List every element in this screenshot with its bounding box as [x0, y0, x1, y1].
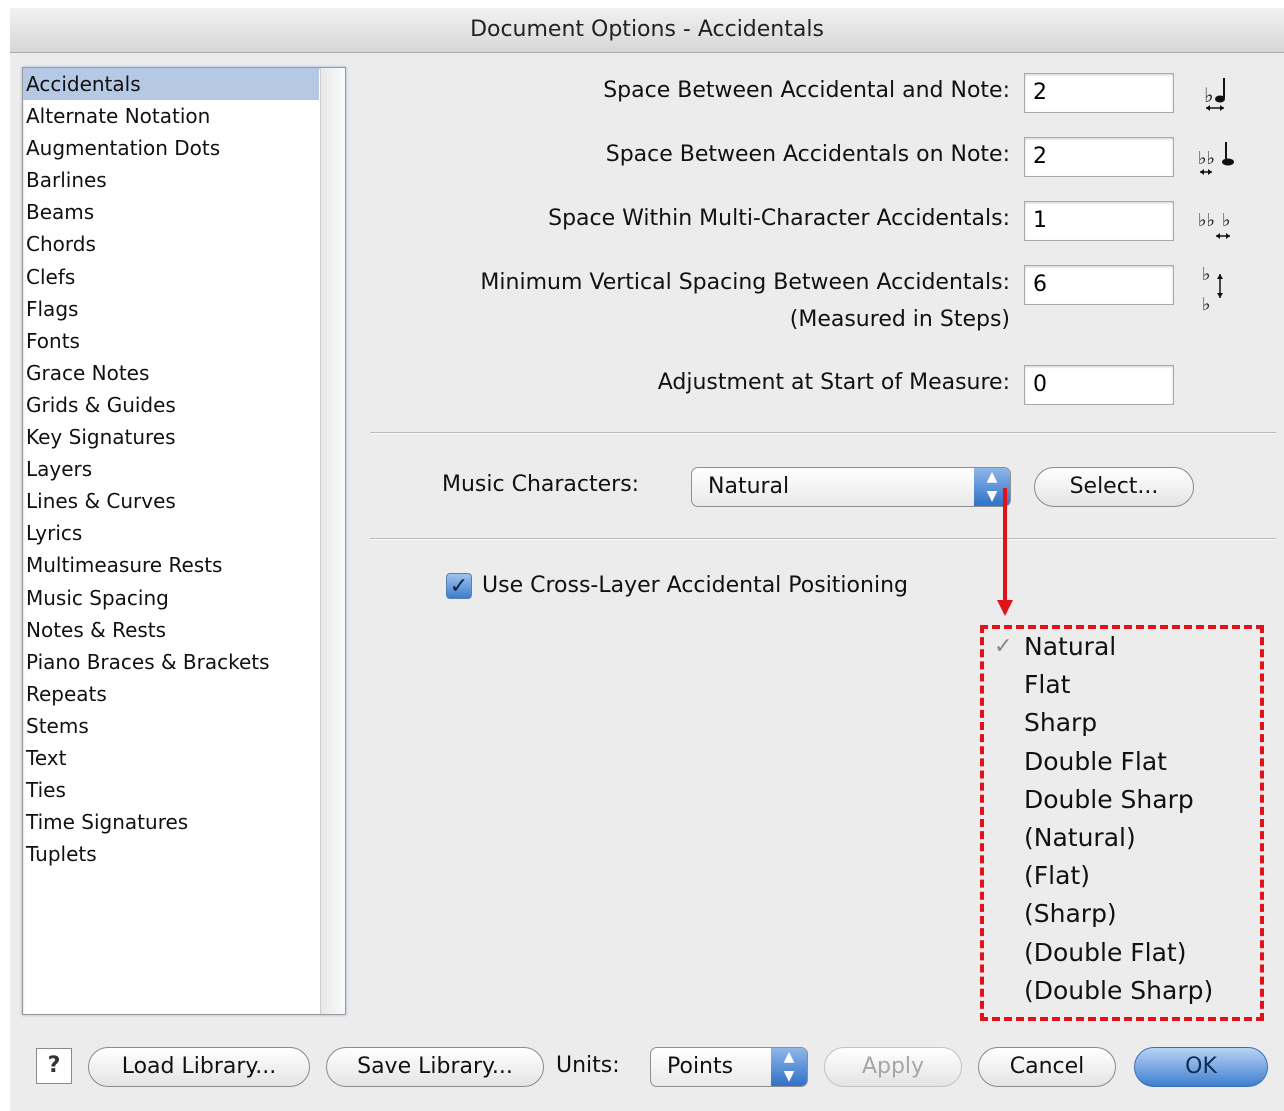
sidebar-item[interactable]: Accidentals: [23, 68, 319, 101]
sidebar-item[interactable]: Time Signatures: [23, 806, 319, 838]
svg-text:♭: ♭: [1202, 264, 1211, 285]
dropdown-option[interactable]: (Flat): [1024, 857, 1213, 895]
multi-character-spacing-icon: ♭♭ ♭: [1198, 210, 1231, 239]
category-list-items: Accidentals Alternate Notation Augmentatio…: [23, 68, 319, 870]
checkmark-icon: ✓: [449, 574, 469, 599]
dropdown-option-label: Double Flat: [1024, 746, 1167, 776]
space-accidental-note-label: Space Between Accidental and Note:: [603, 78, 1010, 103]
dropdown-option[interactable]: Double Sharp: [1024, 781, 1213, 819]
space-accidentals-on-note-label: Space Between Accidentals on Note:: [605, 142, 1010, 167]
sidebar-item[interactable]: Fonts: [23, 325, 319, 357]
units-popup[interactable]: Points ▲ ▼: [650, 1047, 808, 1087]
select-button[interactable]: Select...: [1034, 467, 1194, 507]
sidebar-item[interactable]: Grace Notes: [23, 357, 319, 389]
min-vertical-spacing-input[interactable]: [1024, 265, 1174, 305]
units-popup-arrows-icon: ▲ ▼: [771, 1048, 807, 1086]
cross-layer-checkbox[interactable]: ✓: [446, 573, 472, 599]
dropdown-option-label: (Natural): [1024, 822, 1136, 852]
sidebar-item[interactable]: Stems: [23, 710, 319, 742]
sidebar-item[interactable]: Key Signatures: [23, 421, 319, 453]
accidental-note-spacing-icon: ♭: [1204, 78, 1225, 111]
svg-text:♭: ♭: [1202, 294, 1211, 315]
min-vertical-spacing-sublabel: (Measured in Steps): [789, 307, 1010, 332]
annotation-arrow-head-icon: [997, 600, 1013, 616]
svg-text:♭: ♭: [1204, 83, 1213, 107]
dropdown-option[interactable]: ✓ Natural: [994, 628, 1213, 666]
sidebar-item[interactable]: Clefs: [23, 261, 319, 293]
sidebar-item[interactable]: Augmentation Dots: [23, 132, 319, 164]
apply-button[interactable]: Apply: [824, 1047, 962, 1087]
save-library-button[interactable]: Save Library...: [326, 1047, 544, 1087]
sidebar-item[interactable]: Grids & Guides: [23, 389, 319, 421]
dropdown-option[interactable]: Double Flat: [1024, 743, 1213, 781]
sidebar-item[interactable]: Ties: [23, 774, 319, 806]
space-accidentals-on-note-input[interactable]: [1024, 137, 1174, 177]
separator-bottom: [370, 538, 1276, 540]
space-accidental-note-input[interactable]: [1024, 73, 1174, 113]
space-multi-character-input[interactable]: [1024, 201, 1174, 241]
sidebar-item[interactable]: Alternate Notation: [23, 100, 319, 132]
sidebar-item[interactable]: Beams: [23, 196, 319, 228]
min-vertical-spacing-label: Minimum Vertical Spacing Between Acciden…: [480, 270, 1010, 295]
vertical-spacing-icon: ♭ ♭: [1202, 264, 1223, 315]
units-value: Points: [667, 1054, 734, 1079]
dropdown-option-label: (Flat): [1024, 861, 1090, 891]
sidebar-item[interactable]: Tuplets: [23, 838, 319, 870]
dropdown-option[interactable]: Sharp: [1024, 704, 1213, 742]
dropdown-option-label: (Double Sharp): [1024, 975, 1214, 1005]
dropdown-option[interactable]: (Natural): [1024, 819, 1213, 857]
cancel-button[interactable]: Cancel: [978, 1047, 1116, 1087]
dropdown-option[interactable]: (Double Flat): [1024, 934, 1213, 972]
cross-layer-label: Use Cross-Layer Accidental Positioning: [482, 573, 908, 598]
dropdown-option-label: (Double Flat): [1024, 937, 1187, 967]
music-characters-label: Music Characters:: [442, 472, 640, 497]
separator-top: [370, 432, 1276, 434]
units-label: Units:: [556, 1053, 620, 1078]
sidebar-item[interactable]: Repeats: [23, 678, 319, 710]
sidebar-item[interactable]: Chords: [23, 228, 319, 260]
dropdown-option[interactable]: (Sharp): [1024, 895, 1213, 933]
dropdown-option[interactable]: (Double Sharp): [1024, 972, 1213, 1010]
space-multi-character-label: Space Within Multi-Character Accidentals…: [548, 206, 1010, 231]
category-list-scrollbar[interactable]: [320, 68, 345, 1014]
sidebar-item[interactable]: Flags: [23, 293, 319, 325]
help-button[interactable]: ?: [36, 1048, 72, 1084]
dropdown-option[interactable]: Flat: [1024, 666, 1213, 704]
accidentals-on-note-spacing-icon: ♭♭: [1198, 142, 1234, 175]
adjustment-start-label: Adjustment at Start of Measure:: [657, 370, 1010, 395]
sidebar-item[interactable]: Barlines: [23, 164, 319, 196]
dropdown-option-label: Sharp: [1024, 708, 1098, 738]
sidebar-item[interactable]: Piano Braces & Brackets: [23, 646, 319, 678]
adjustment-start-input[interactable]: [1024, 365, 1174, 405]
dropdown-option-label: (Sharp): [1024, 899, 1117, 929]
window-title: Document Options - Accidentals: [10, 8, 1284, 53]
sidebar-item[interactable]: Lines & Curves: [23, 485, 319, 517]
music-characters-popup[interactable]: Natural ▲ ▼: [691, 467, 1011, 507]
svg-text:♭♭: ♭♭: [1198, 148, 1215, 169]
svg-text:♭♭: ♭♭: [1198, 210, 1215, 231]
sidebar-item[interactable]: Lyrics: [23, 517, 319, 549]
ok-button[interactable]: OK: [1134, 1047, 1268, 1087]
music-characters-value: Natural: [708, 474, 790, 499]
dropdown-option-label: Natural: [1024, 632, 1117, 661]
selected-check-icon: ✓: [994, 634, 1013, 659]
dropdown-option-label: Double Sharp: [1024, 784, 1194, 814]
sidebar-item[interactable]: Notes & Rests: [23, 614, 319, 646]
sidebar-item[interactable]: Layers: [23, 453, 319, 485]
dropdown-options-list: ✓ Natural Flat Sharp Double Flat Double Sharp…: [994, 628, 1213, 1010]
annotation-arrow-line: [1003, 488, 1007, 602]
dropdown-option-label: Flat: [1024, 670, 1071, 700]
load-library-button[interactable]: Load Library...: [88, 1047, 310, 1087]
sidebar-item[interactable]: Multimeasure Rests: [23, 549, 319, 581]
sidebar-item[interactable]: Text: [23, 742, 319, 774]
svg-text:♭: ♭: [1222, 210, 1231, 231]
category-list[interactable]: Accidentals Alternate Notation Augmentatio…: [22, 67, 346, 1015]
sidebar-item[interactable]: Music Spacing: [23, 582, 319, 614]
